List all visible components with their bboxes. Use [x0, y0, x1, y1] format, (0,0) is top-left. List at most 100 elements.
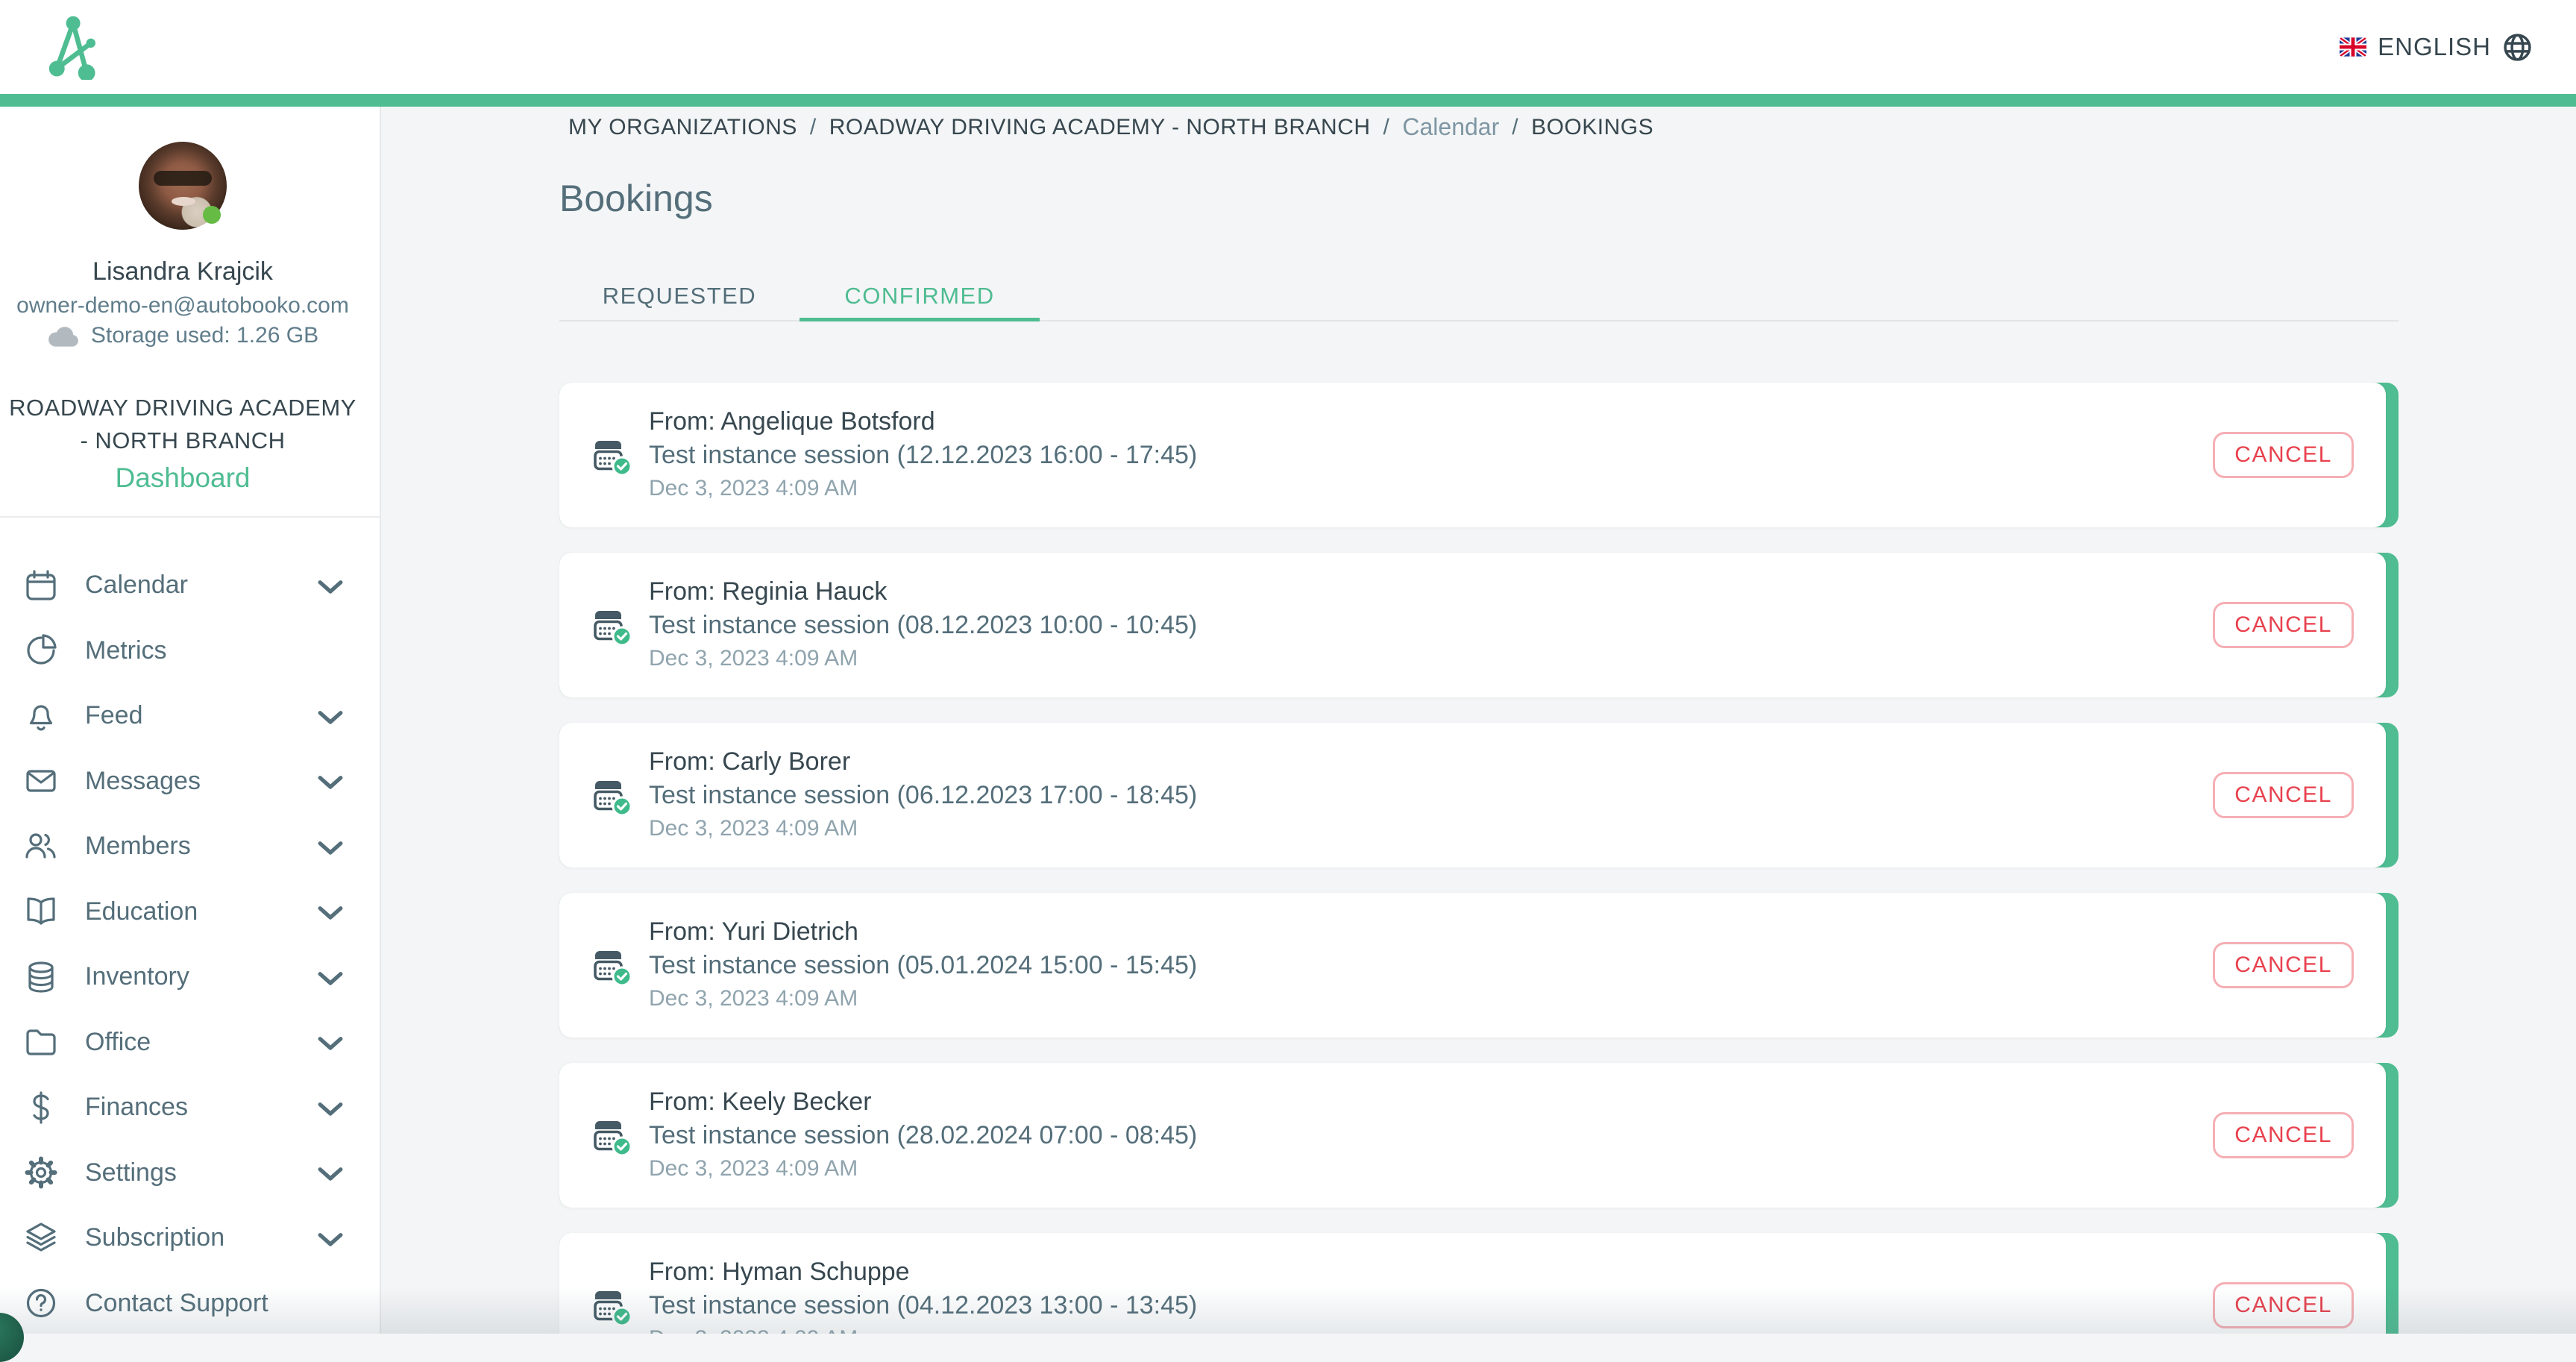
- storage-label: Storage used: 1.26 GB: [91, 323, 318, 348]
- booking-from: From: Reginia Hauck: [649, 575, 1197, 609]
- sidebar-item-label: Settings: [85, 1158, 177, 1187]
- sidebar-item-label: Subscription: [85, 1223, 224, 1252]
- booking-created: Dec 3, 2023 4:09 AM: [649, 1152, 1197, 1185]
- user-name: Lisandra Krajcik: [0, 257, 365, 286]
- booking-created: Dec 3, 2023 4:09 AM: [649, 472, 1197, 505]
- booking-confirmed-icon: [589, 433, 632, 477]
- sidebar-item-label: Office: [85, 1028, 151, 1057]
- booking-confirmed-icon: [589, 1114, 632, 1157]
- tabs-divider: [559, 320, 2398, 321]
- sidebar-divider: [0, 516, 380, 518]
- top-bar: ENGLISH: [0, 0, 2576, 94]
- booking-created: Dec 3, 2023 4:09 AM: [649, 982, 1197, 1015]
- sidebar-nav: Calendar Metrics Feed Messages: [0, 553, 378, 1336]
- app-logo[interactable]: [46, 12, 103, 81]
- tab-confirmed[interactable]: CONFIRMED: [799, 272, 1040, 320]
- sidebar-item-label: Calendar: [85, 571, 188, 600]
- booking-card: From: Angelique Botsford Test instance s…: [559, 383, 2398, 527]
- booking-from: From: Carly Borer: [649, 745, 1197, 779]
- booking-confirmed-icon: [589, 773, 632, 817]
- chevron-down-icon: [315, 903, 345, 920]
- booking-card: From: Reginia Hauck Test instance sessio…: [559, 553, 2398, 697]
- booking-from: From: Keely Becker: [649, 1085, 1197, 1119]
- booking-session: Test instance session (06.12.2023 17:00 …: [649, 779, 1197, 812]
- sidebar-item-label: Members: [85, 832, 191, 861]
- dashboard-link[interactable]: Dashboard: [0, 462, 365, 494]
- cancel-button[interactable]: CANCEL: [2213, 1282, 2354, 1328]
- education-icon: [23, 894, 59, 929]
- sidebar-item-inventory[interactable]: Inventory: [0, 944, 378, 1010]
- sidebar-item-calendar[interactable]: Calendar: [0, 553, 378, 618]
- page-title: Bookings: [559, 177, 713, 220]
- cancel-button[interactable]: CANCEL: [2213, 942, 2354, 988]
- organization-name-line2: - NORTH BRANCH: [0, 424, 365, 457]
- bell-icon: [23, 698, 59, 734]
- language-label: ENGLISH: [2378, 33, 2491, 61]
- sidebar-item-office[interactable]: Office: [0, 1010, 378, 1076]
- breadcrumb-separator: /: [810, 115, 817, 140]
- sidebar-item-members[interactable]: Members: [0, 814, 378, 879]
- dollar-icon: [23, 1090, 59, 1126]
- booking-created: Dec 3, 2023 4:09 AM: [649, 812, 1197, 845]
- chevron-down-icon: [315, 1164, 345, 1181]
- calendar-icon: [23, 568, 59, 603]
- members-icon: [23, 829, 59, 864]
- tabs: REQUESTED CONFIRMED: [559, 272, 2398, 321]
- chevron-down-icon: [315, 1229, 345, 1247]
- chevron-down-icon: [315, 1033, 345, 1051]
- booking-created: Dec 3, 2023 4:09 AM: [649, 1322, 1197, 1334]
- sidebar-item-label: Inventory: [85, 962, 189, 991]
- sidebar-item-finances[interactable]: Finances: [0, 1075, 378, 1140]
- bookings-list: From: Angelique Botsford Test instance s…: [559, 383, 2398, 1334]
- active-tab-underline: [799, 318, 1040, 321]
- online-status-dot: [203, 206, 221, 224]
- accent-bar: [0, 94, 2576, 107]
- booking-confirmed-icon: [589, 603, 632, 647]
- organization-name: ROADWAY DRIVING ACADEMY - NORTH BRANCH: [0, 392, 365, 457]
- breadcrumb-my-organizations[interactable]: MY ORGANIZATIONS: [568, 115, 797, 140]
- storage-row: Storage used: 1.26 GB: [0, 323, 365, 348]
- sidebar-item-label: Metrics: [85, 636, 167, 665]
- sidebar-item-subscription[interactable]: Subscription: [0, 1205, 378, 1271]
- booking-from: From: Yuri Dietrich: [649, 915, 1197, 949]
- breadcrumb-separator: /: [1383, 115, 1390, 140]
- tab-requested[interactable]: REQUESTED: [559, 272, 799, 320]
- sidebar-item-feed[interactable]: Feed: [0, 683, 378, 749]
- sidebar-item-label: Feed: [85, 701, 143, 730]
- sidebar-item-label: Messages: [85, 767, 201, 796]
- cancel-button[interactable]: CANCEL: [2213, 772, 2354, 818]
- gear-icon: [23, 1155, 59, 1190]
- booking-session: Test instance session (04.12.2023 13:00 …: [649, 1289, 1197, 1322]
- cancel-button[interactable]: CANCEL: [2213, 432, 2354, 478]
- help-icon: [23, 1285, 59, 1321]
- chevron-down-icon: [315, 577, 345, 594]
- main-content: MY ORGANIZATIONS / ROADWAY DRIVING ACADE…: [381, 107, 2576, 1334]
- breadcrumb-calendar[interactable]: Calendar: [1402, 113, 1499, 141]
- chevron-down-icon: [315, 968, 345, 986]
- sidebar-item-settings[interactable]: Settings: [0, 1140, 378, 1206]
- cancel-button[interactable]: CANCEL: [2213, 602, 2354, 648]
- sidebar-item-contact-support[interactable]: Contact Support: [0, 1271, 378, 1337]
- user-email: owner-demo-en@autobooko.com: [0, 293, 365, 318]
- organization-name-line1: ROADWAY DRIVING ACADEMY: [0, 392, 365, 424]
- sidebar-item-metrics[interactable]: Metrics: [0, 618, 378, 684]
- cloud-icon: [47, 323, 81, 348]
- breadcrumb-organization[interactable]: ROADWAY DRIVING ACADEMY - NORTH BRANCH: [829, 115, 1371, 140]
- booking-card: From: Carly Borer Test instance session …: [559, 723, 2398, 867]
- sidebar-item-messages[interactable]: Messages: [0, 749, 378, 815]
- breadcrumb-separator: /: [1512, 115, 1518, 140]
- cancel-button[interactable]: CANCEL: [2213, 1112, 2354, 1158]
- booking-confirmed-icon: [589, 1284, 632, 1327]
- booking-from: From: Angelique Botsford: [649, 405, 1197, 439]
- breadcrumb: MY ORGANIZATIONS / ROADWAY DRIVING ACADE…: [568, 113, 1653, 141]
- uk-flag-icon: [2340, 37, 2366, 57]
- mail-icon: [23, 763, 59, 799]
- booking-confirmed-icon: [589, 944, 632, 987]
- booking-created: Dec 3, 2023 4:09 AM: [649, 642, 1197, 675]
- sidebar-item-education[interactable]: Education: [0, 879, 378, 945]
- booking-session: Test instance session (08.12.2023 10:00 …: [649, 609, 1197, 642]
- booking-session: Test instance session (28.02.2024 07:00 …: [649, 1119, 1197, 1152]
- language-selector[interactable]: ENGLISH: [2340, 0, 2533, 94]
- chevron-down-icon: [315, 772, 345, 790]
- metrics-icon: [23, 633, 59, 668]
